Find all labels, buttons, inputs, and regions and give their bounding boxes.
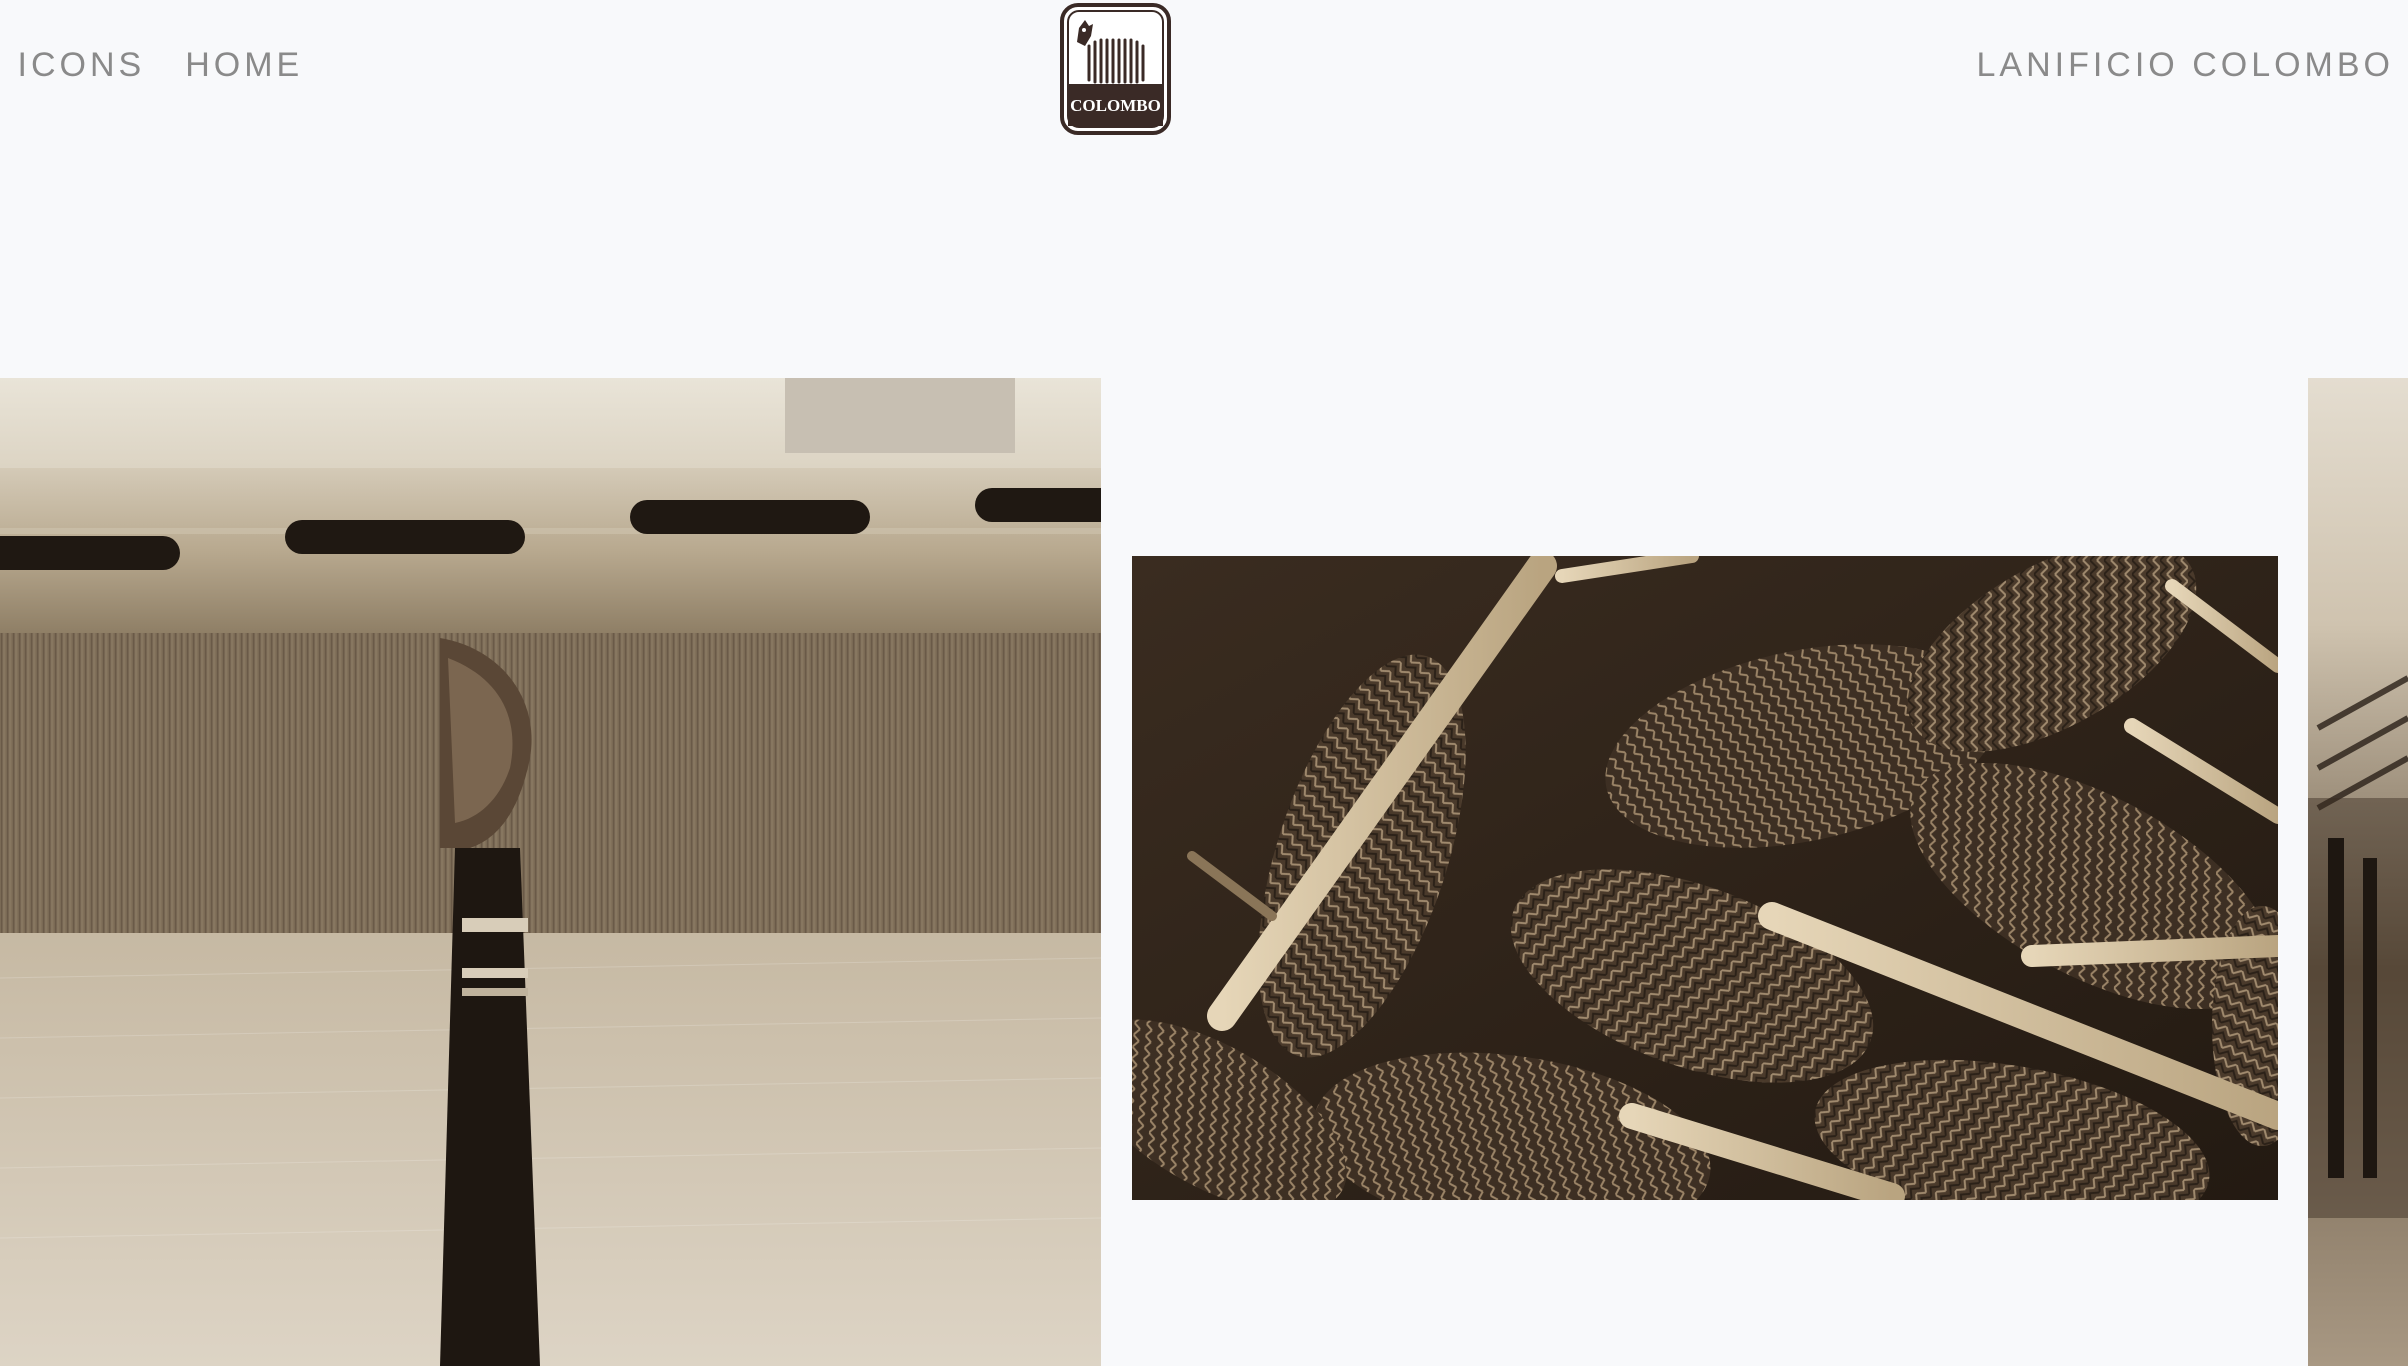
nav-link-icons[interactable]: Y ICONS xyxy=(0,46,145,85)
nav-link-home[interactable]: HOME xyxy=(185,46,303,85)
weaving-loom-image xyxy=(0,378,1101,1366)
brand-logo[interactable]: COLOMBO xyxy=(1059,2,1172,136)
main-nav: Y ICONS HOME xyxy=(0,46,303,85)
teasel-heads-image xyxy=(1132,556,2278,1200)
sheep-logo-icon: COLOMBO xyxy=(1060,3,1171,135)
brand-name-link[interactable]: LANIFICIO COLOMBO xyxy=(1977,46,2395,85)
machinery-photo-partial[interactable] xyxy=(2308,378,2408,1366)
weaving-loom-photo[interactable] xyxy=(0,378,1101,1366)
teasel-heads-photo[interactable] xyxy=(1132,556,2278,1200)
logo-label: COLOMBO xyxy=(1070,96,1161,115)
machinery-image xyxy=(2308,378,2408,1366)
site-header: Y ICONS HOME xyxy=(0,0,2408,150)
page: Y ICONS HOME xyxy=(0,0,2408,1366)
